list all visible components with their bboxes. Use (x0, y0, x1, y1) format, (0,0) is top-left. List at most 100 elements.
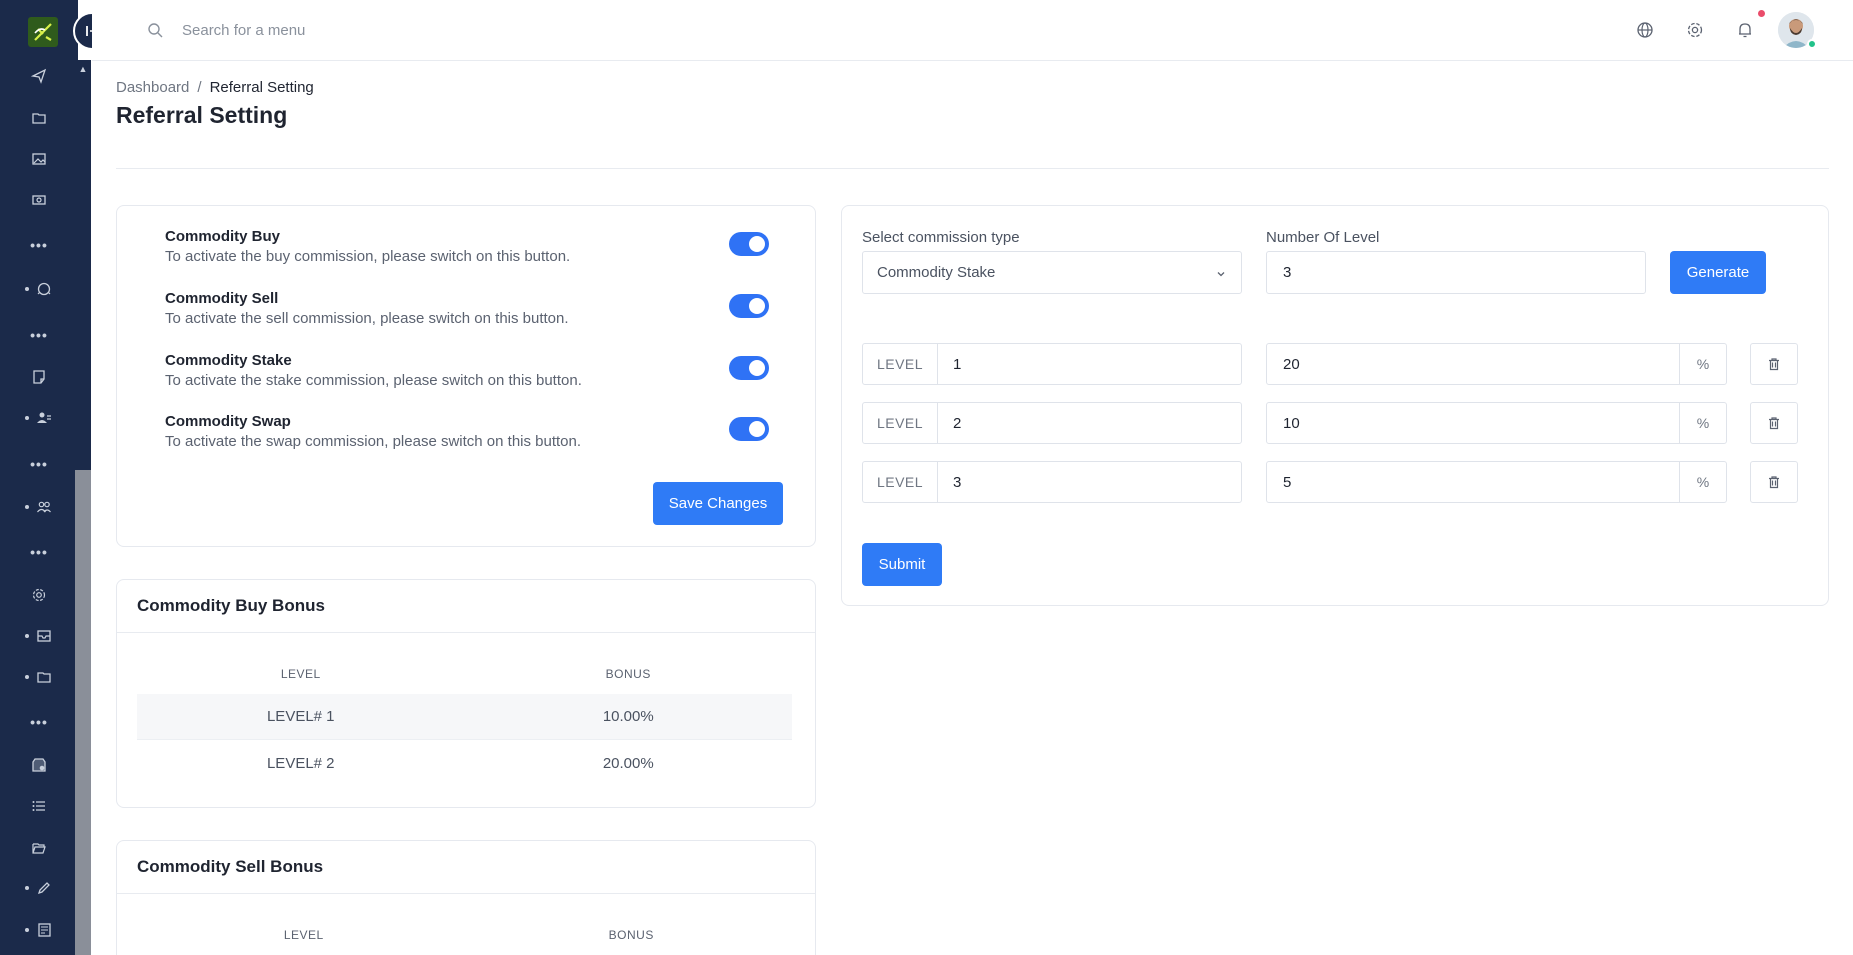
more-dots-icon: ••• (30, 456, 48, 472)
delete-level-button[interactable] (1750, 461, 1798, 503)
sidebar-item-list[interactable] (0, 792, 78, 820)
level-number-input[interactable]: 2 (937, 402, 1242, 444)
trash-icon (1769, 476, 1779, 489)
sell-bonus-table: LEVEL BONUS (140, 923, 795, 947)
submit-button[interactable]: Submit (862, 543, 942, 586)
sidebar-item-media[interactable] (0, 145, 78, 173)
bonus-column-header: BONUS (605, 667, 651, 681)
nav-bullet (25, 675, 29, 679)
toggle-description: To activate the buy commission, please s… (165, 248, 571, 265)
list-icon (32, 801, 45, 811)
number-of-level-input[interactable]: 3 (1266, 251, 1646, 294)
level-prefix: LEVEL (862, 343, 938, 385)
bonus-cell: 10.00% (602, 708, 654, 725)
sidebar-item-folder[interactable] (0, 104, 78, 132)
sidebar-item-user-group[interactable] (0, 404, 78, 432)
level-percent-input[interactable]: 10 (1266, 402, 1680, 444)
delete-level-button[interactable] (1750, 402, 1798, 444)
pencil-icon (37, 882, 50, 895)
level-prefix: LEVEL (862, 461, 938, 503)
level-percent-input[interactable]: 20 (1266, 343, 1680, 385)
breadcrumb-home-link[interactable]: Dashboard (116, 79, 189, 96)
breadcrumb-current: Referral Setting (209, 79, 314, 96)
sidebar-item-settings[interactable] (0, 581, 78, 609)
sidebar-item-news[interactable] (0, 916, 78, 944)
more-dots-icon: ••• (30, 544, 48, 560)
level-prefix: LEVEL (862, 402, 938, 444)
sidebar-more-2[interactable]: ••• (0, 321, 78, 349)
image-icon (32, 153, 46, 165)
trash-icon (1769, 358, 1779, 371)
store-icon (32, 758, 46, 772)
folder-open-icon (32, 843, 46, 854)
toggle-row-swap: Commodity Swap To activate the swap comm… (165, 413, 581, 450)
online-status-indicator (1807, 39, 1817, 49)
more-dots-icon: ••• (30, 327, 48, 343)
globe-icon[interactable] (1636, 21, 1654, 39)
buy-bonus-card: Commodity Buy Bonus LEVEL BONUS LEVEL# 1… (116, 579, 816, 808)
delete-level-button[interactable] (1750, 343, 1798, 385)
sidebar-more-5[interactable]: ••• (0, 708, 78, 736)
toggle-title: Commodity Buy (165, 228, 281, 245)
sidebar-item-users[interactable] (0, 493, 78, 521)
app-logo[interactable] (28, 17, 58, 47)
buy-commission-switch[interactable] (729, 232, 769, 256)
topbar (92, 0, 1853, 61)
sidebar-more-4[interactable]: ••• (0, 538, 78, 566)
level-percent-input[interactable]: 5 (1266, 461, 1680, 503)
table-row: LEVEL# 2 20.00% (137, 740, 792, 786)
sidebar-item-support[interactable] (0, 275, 78, 303)
search-icon (148, 23, 163, 38)
nav-bullet (25, 287, 29, 291)
gear-icon (32, 588, 46, 602)
sidebar-item-edit[interactable] (0, 874, 78, 902)
sidebar-item-folder-2[interactable] (0, 663, 78, 691)
more-dots-icon: ••• (30, 714, 48, 730)
sidebar-item-files[interactable] (0, 834, 78, 862)
chevron-down-icon (1217, 272, 1225, 277)
sidebar-more-1[interactable]: ••• (0, 231, 78, 259)
folder-icon (32, 113, 46, 124)
sidebar-item-send[interactable] (0, 62, 78, 90)
breadcrumb: Dashboard / Referral Setting (116, 79, 314, 96)
breadcrumb-separator: / (197, 79, 202, 96)
toggle-row-stake: Commodity Stake To activate the stake co… (165, 352, 582, 389)
commission-toggles-card: Commodity Buy To activate the buy commis… (116, 205, 816, 547)
level-number-input[interactable]: 1 (937, 343, 1242, 385)
sell-bonus-title: Commodity Sell Bonus (137, 857, 324, 876)
level-column-header: LEVEL (280, 667, 321, 681)
bell-icon[interactable] (1736, 21, 1754, 39)
nav-bullet (25, 505, 29, 509)
note-icon (33, 370, 45, 384)
user-group-icon (37, 412, 51, 423)
sidebar-item-inbox[interactable] (0, 622, 78, 650)
toggle-description: To activate the swap commission, please … (165, 433, 582, 450)
swap-commission-switch[interactable] (729, 417, 769, 441)
level-number-input[interactable]: 3 (937, 461, 1242, 503)
scroll-up-arrow-icon[interactable]: ▲ (78, 64, 88, 74)
cash-icon (32, 195, 46, 205)
stake-commission-switch[interactable] (729, 356, 769, 380)
toggle-description: To activate the stake commission, please… (165, 372, 582, 389)
bonus-cell: 20.00% (602, 754, 654, 772)
card-divider (117, 632, 815, 633)
save-changes-button[interactable]: Save Changes (653, 482, 783, 525)
number-of-level-label: Number Of Level (1266, 229, 1380, 246)
commission-type-select[interactable]: Commodity Stake (862, 251, 1242, 294)
header-divider (116, 168, 1829, 169)
percent-suffix: % (1679, 402, 1727, 444)
nav-bullet (25, 886, 29, 890)
sidebar-item-cash[interactable] (0, 186, 78, 214)
send-icon (31, 68, 47, 84)
page-title: Referral Setting (116, 102, 288, 128)
level-row-3: LEVEL 3 5 % (862, 461, 1798, 503)
level-cell: LEVEL# 2 (266, 754, 335, 772)
sidebar-more-3[interactable]: ••• (0, 450, 78, 478)
folder-icon (37, 672, 51, 683)
sidebar-item-store[interactable] (0, 751, 78, 779)
search-input[interactable] (182, 16, 582, 44)
sell-commission-switch[interactable] (729, 294, 769, 318)
gear-icon[interactable] (1686, 21, 1704, 39)
generate-button[interactable]: Generate (1670, 251, 1766, 294)
sidebar-item-notes[interactable] (0, 363, 78, 391)
